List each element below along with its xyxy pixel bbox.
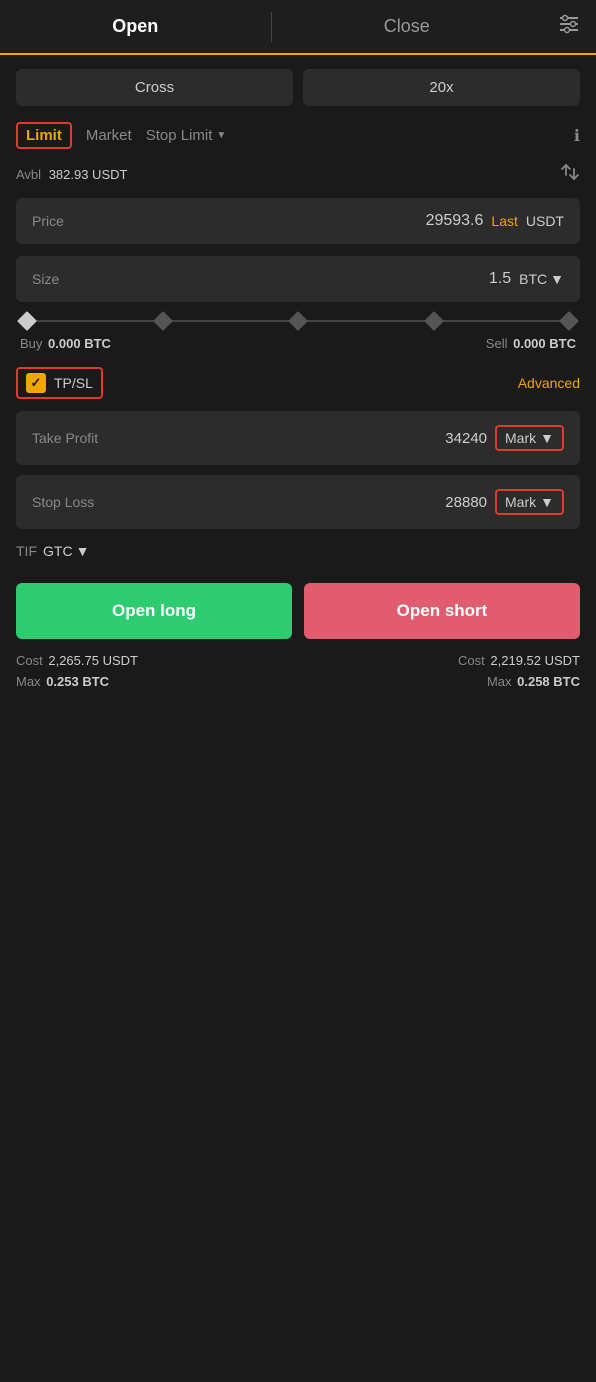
slider-diamond-3[interactable]	[424, 311, 444, 331]
order-type-market[interactable]: Market	[86, 127, 132, 144]
long-cost: Cost 2,265.75 USDT	[16, 653, 138, 668]
tif-value: GTC	[43, 543, 73, 559]
buy-sell-row: Buy 0.000 BTC Sell 0.000 BTC	[20, 336, 576, 351]
size-label: Size	[32, 271, 59, 287]
sell-value: 0.000 BTC	[513, 336, 576, 351]
stop-loss-label: Stop Loss	[32, 494, 94, 510]
take-profit-value: 34240	[445, 430, 487, 447]
open-short-button[interactable]: Open short	[304, 583, 580, 639]
tif-dropdown[interactable]: GTC ▼	[43, 543, 89, 559]
order-type-limit[interactable]: Limit	[16, 122, 72, 149]
stop-loss-value: 28880	[445, 494, 487, 511]
size-field[interactable]: Size 1.5 BTC ▼	[16, 256, 580, 302]
settings-icon[interactable]	[542, 13, 596, 40]
size-unit-arrow: ▼	[550, 271, 564, 287]
size-right: 1.5 BTC ▼	[489, 270, 564, 288]
tif-label: TIF	[16, 543, 37, 559]
slider-container: Buy 0.000 BTC Sell 0.000 BTC	[16, 314, 580, 351]
stop-loss-right: 28880 Mark ▼	[445, 489, 564, 515]
price-unit: USDT	[526, 213, 564, 229]
take-profit-label: Take Profit	[32, 430, 98, 446]
stop-loss-field[interactable]: Stop Loss 28880 Mark ▼	[16, 475, 580, 529]
avbl-row: Avbl 382.93 USDT	[16, 163, 580, 186]
top-tabs-container: Open Close	[0, 0, 596, 55]
short-cost: Cost 2,219.52 USDT	[458, 653, 580, 668]
action-buttons: Open long Open short	[16, 583, 580, 639]
slider-diamond-4[interactable]	[559, 311, 579, 331]
tab-open[interactable]: Open	[0, 0, 271, 53]
max-row: Max 0.253 BTC Max 0.258 BTC	[16, 674, 580, 689]
slider-line-3	[305, 320, 427, 322]
take-profit-mark-label: Mark	[505, 430, 536, 446]
avbl-label: Avbl	[16, 167, 41, 182]
tpsl-toggle[interactable]: ✓ TP/SL	[16, 367, 103, 399]
stop-limit-arrow: ▼	[216, 130, 226, 141]
stop-loss-mark-arrow: ▼	[540, 494, 554, 510]
cost-row: Cost 2,265.75 USDT Cost 2,219.52 USDT	[16, 653, 580, 668]
slider-diamond-1[interactable]	[153, 311, 173, 331]
main-content: Cross 20x Limit Market Stop Limit ▼ ℹ Av…	[0, 55, 596, 703]
take-profit-mark-arrow: ▼	[540, 430, 554, 446]
order-type-stop-limit[interactable]: Stop Limit ▼	[146, 127, 227, 144]
long-cost-value: 2,265.75 USDT	[48, 653, 138, 668]
transfer-icon[interactable]	[560, 163, 580, 186]
size-value: 1.5	[489, 270, 511, 288]
tpsl-label: TP/SL	[54, 375, 93, 391]
take-profit-right: 34240 Mark ▼	[445, 425, 564, 451]
leverage-row: Cross 20x	[16, 69, 580, 106]
stop-loss-mark-dropdown[interactable]: Mark ▼	[495, 489, 564, 515]
take-profit-mark-dropdown[interactable]: Mark ▼	[495, 425, 564, 451]
slider-line-2	[170, 320, 292, 322]
stop-loss-mark-label: Mark	[505, 494, 536, 510]
tpsl-checkbox[interactable]: ✓	[26, 373, 46, 393]
stop-limit-label: Stop Limit	[146, 127, 213, 144]
info-icon[interactable]: ℹ	[574, 126, 580, 146]
short-max: Max 0.258 BTC	[487, 674, 580, 689]
price-field[interactable]: Price 29593.6 Last USDT	[16, 198, 580, 244]
advanced-link[interactable]: Advanced	[518, 375, 580, 391]
order-type-row: Limit Market Stop Limit ▼ ℹ	[16, 122, 580, 149]
take-profit-field[interactable]: Take Profit 34240 Mark ▼	[16, 411, 580, 465]
slider-diamond-2[interactable]	[288, 311, 308, 331]
slider-line-4	[441, 320, 563, 322]
open-long-button[interactable]: Open long	[16, 583, 292, 639]
price-tag: Last	[491, 213, 517, 229]
long-max: Max 0.253 BTC	[16, 674, 109, 689]
tab-close[interactable]: Close	[272, 0, 543, 53]
avbl-prefix: Avbl 382.93 USDT	[16, 167, 127, 182]
slider-track[interactable]	[20, 314, 576, 328]
price-value: 29593.6	[426, 212, 484, 230]
long-max-value: 0.253 BTC	[46, 674, 109, 689]
short-max-value: 0.258 BTC	[517, 674, 580, 689]
price-label: Price	[32, 213, 64, 229]
avbl-amount: 382.93 USDT	[49, 167, 128, 182]
tif-arrow: ▼	[76, 543, 90, 559]
price-right: 29593.6 Last USDT	[426, 212, 564, 230]
tif-row: TIF GTC ▼	[16, 543, 580, 559]
sell-label: Sell 0.000 BTC	[486, 336, 576, 351]
short-cost-value: 2,219.52 USDT	[490, 653, 580, 668]
leverage-button[interactable]: 20x	[303, 69, 580, 106]
cross-button[interactable]: Cross	[16, 69, 293, 106]
slider-diamond-0[interactable]	[17, 311, 37, 331]
slider-line-1	[34, 320, 156, 322]
size-unit: BTC	[519, 271, 547, 287]
buy-value: 0.000 BTC	[48, 336, 111, 351]
size-unit-dropdown[interactable]: BTC ▼	[519, 271, 564, 287]
buy-label: Buy 0.000 BTC	[20, 336, 111, 351]
tpsl-row: ✓ TP/SL Advanced	[16, 367, 580, 399]
